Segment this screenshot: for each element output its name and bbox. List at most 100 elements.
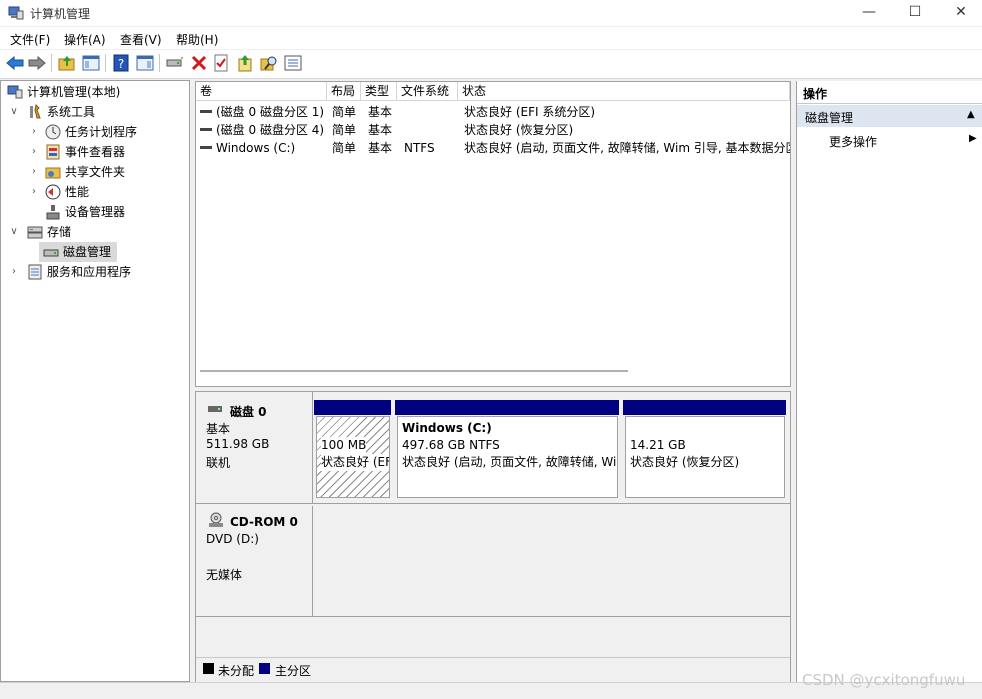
partition-status: 状态良好 (EFI 系统分区) xyxy=(321,454,389,471)
volume-icon xyxy=(200,110,212,113)
column-header-filesystem[interactable]: 文件系统 xyxy=(397,82,458,101)
svg-text:?: ? xyxy=(118,57,124,71)
search-folder-icon[interactable] xyxy=(259,53,279,73)
tree-item-system-tools[interactable]: ∨ 系统工具 xyxy=(5,102,185,122)
collapse-arrow-icon[interactable]: ▲ xyxy=(967,109,975,120)
export-icon[interactable] xyxy=(235,53,255,73)
tree-label: 存储 xyxy=(47,225,72,239)
properties-icon[interactable] xyxy=(211,53,231,73)
menu-bar: 文件(F) 操作(A) 查看(V) 帮助(H) xyxy=(0,27,982,49)
menu-file[interactable]: 文件(F) xyxy=(10,31,50,48)
disk-0-label[interactable]: 磁盘 0 基本 511.98 GB 联机 xyxy=(196,392,313,503)
tree-item-shared-folders[interactable]: › 共享文件夹 xyxy=(5,162,185,182)
tree-label: 事件查看器 xyxy=(65,145,126,159)
horizontal-scrollbar[interactable] xyxy=(200,370,628,372)
more-actions-item[interactable]: 更多操作 ▶ xyxy=(797,129,982,151)
chevron-down-icon[interactable]: ∨ xyxy=(9,222,19,242)
more-actions-label: 更多操作 xyxy=(829,135,878,149)
tree-item-storage[interactable]: ∨ 存储 xyxy=(5,222,185,242)
actions-header: 操作 xyxy=(797,81,982,104)
disk-management-icon xyxy=(43,249,59,257)
row-divider xyxy=(196,616,790,617)
cdrom-media: 无媒体 xyxy=(206,568,243,582)
tree-item-performance[interactable]: › 性能 xyxy=(5,182,185,202)
chevron-right-icon[interactable]: › xyxy=(29,162,39,182)
chevron-right-icon[interactable]: › xyxy=(29,182,39,202)
volume-status: 状态良好 (启动, 页面文件, 故障转储, Wim 引导, 基本数据分区) xyxy=(464,141,790,155)
volume-name: Windows (C:) xyxy=(216,141,296,155)
actions-section-disk-management[interactable]: 磁盘管理 ▲ xyxy=(797,105,982,127)
partition-status: 状态良好 (恢复分区) xyxy=(630,455,740,469)
partition-status: 状态良好 (启动, 页面文件, 故障转储, Wim 引导, 基本数据分区) xyxy=(402,455,617,469)
connect-drive-icon[interactable] xyxy=(165,53,185,73)
list-view-icon[interactable] xyxy=(283,53,303,73)
forward-arrow-icon[interactable] xyxy=(27,53,47,73)
window-title: 计算机管理 xyxy=(30,7,91,21)
storage-icon xyxy=(27,226,43,239)
table-row[interactable]: Windows (C:) 简单 基本 NTFS 状态良好 (启动, 页面文件, … xyxy=(196,139,790,157)
minimize-button[interactable]: — xyxy=(846,0,892,26)
table-row[interactable]: (磁盘 0 磁盘分区 4) 简单 基本 状态良好 (恢复分区) xyxy=(196,121,790,139)
unallocated-swatch xyxy=(203,663,214,674)
maximize-button[interactable]: ☐ xyxy=(892,0,938,26)
services-icon xyxy=(28,264,42,280)
tree-label: 磁盘管理 xyxy=(63,245,112,259)
chevron-right-icon[interactable]: › xyxy=(29,122,39,142)
computer-management-icon xyxy=(8,6,24,20)
tree-label: 任务计划程序 xyxy=(65,125,138,139)
cdrom-0-label[interactable]: CD-ROM 0 DVD (D:) 无媒体 xyxy=(196,506,313,616)
tree-item-services[interactable]: › 服务和应用程序 xyxy=(5,262,185,282)
tree-label: 计算机管理(本地) xyxy=(27,85,121,99)
volume-name: (磁盘 0 磁盘分区 4) xyxy=(216,123,325,137)
partition-recovery[interactable]: 14.21 GB 状态良好 (恢复分区) xyxy=(625,416,785,498)
back-arrow-icon[interactable] xyxy=(5,53,25,73)
volume-layout: 简单 xyxy=(332,141,357,155)
partition-size: 14.21 GB xyxy=(630,438,686,452)
tree-item-event-viewer[interactable]: › 事件查看器 xyxy=(5,142,185,162)
close-button[interactable]: ✕ xyxy=(938,0,982,26)
show-tree-icon[interactable] xyxy=(81,53,101,73)
tree-label: 系统工具 xyxy=(47,105,96,119)
table-row[interactable]: (磁盘 0 磁盘分区 1) 简单 基本 状态良好 (EFI 系统分区) xyxy=(196,103,790,121)
partition-color-bar xyxy=(623,400,786,415)
tree-item-computer-management[interactable]: 计算机管理(本地) xyxy=(5,82,185,102)
tree-label: 性能 xyxy=(65,185,90,199)
watermark: CSDN @ycxitongfuwu xyxy=(802,671,966,689)
partition-efi[interactable]: 100 MB 状态良好 (EFI 系统分区) xyxy=(316,416,390,498)
show-action-pane-icon[interactable] xyxy=(135,53,155,73)
tools-icon xyxy=(30,104,41,119)
event-viewer-icon xyxy=(46,144,60,160)
menu-view[interactable]: 查看(V) xyxy=(120,31,162,48)
help-icon[interactable]: ? xyxy=(111,53,131,73)
menu-help[interactable]: 帮助(H) xyxy=(176,31,218,48)
tree-label: 设备管理器 xyxy=(65,205,126,219)
legend-unallocated: 未分配 xyxy=(218,664,255,678)
partition-windows-c[interactable]: Windows (C:) 497.68 GB NTFS 状态良好 (启动, 页面… xyxy=(397,416,618,498)
column-header-status[interactable]: 状态 xyxy=(458,82,790,101)
tree-item-disk-management[interactable]: 磁盘管理 xyxy=(39,242,117,262)
tree-label: 共享文件夹 xyxy=(65,165,126,179)
up-folder-icon[interactable] xyxy=(57,53,77,73)
tree-item-task-scheduler[interactable]: › 任务计划程序 xyxy=(5,122,185,142)
disk-type: 基本 xyxy=(206,422,231,436)
column-header-layout[interactable]: 布局 xyxy=(327,82,361,101)
chevron-right-icon[interactable]: › xyxy=(29,142,39,162)
volume-name: (磁盘 0 磁盘分区 1) xyxy=(216,105,325,119)
volume-layout: 简单 xyxy=(332,105,357,119)
volume-layout: 简单 xyxy=(332,123,357,137)
performance-icon xyxy=(45,184,61,200)
cdrom-icon xyxy=(209,512,223,527)
chevron-down-icon[interactable]: ∨ xyxy=(9,102,19,122)
row-divider xyxy=(196,503,790,504)
column-header-type[interactable]: 类型 xyxy=(361,82,397,101)
toolbar: ? xyxy=(0,50,982,79)
delete-icon[interactable] xyxy=(189,53,209,73)
cdrom-drive: DVD (D:) xyxy=(206,532,259,546)
disk-state: 联机 xyxy=(206,456,231,470)
device-manager-icon xyxy=(46,205,60,220)
chevron-right-icon[interactable]: › xyxy=(9,262,19,282)
menu-action[interactable]: 操作(A) xyxy=(64,31,106,48)
tree-item-device-manager[interactable]: 设备管理器 xyxy=(5,202,185,222)
column-header-volume[interactable]: 卷 xyxy=(196,82,327,101)
clock-icon xyxy=(45,124,61,140)
